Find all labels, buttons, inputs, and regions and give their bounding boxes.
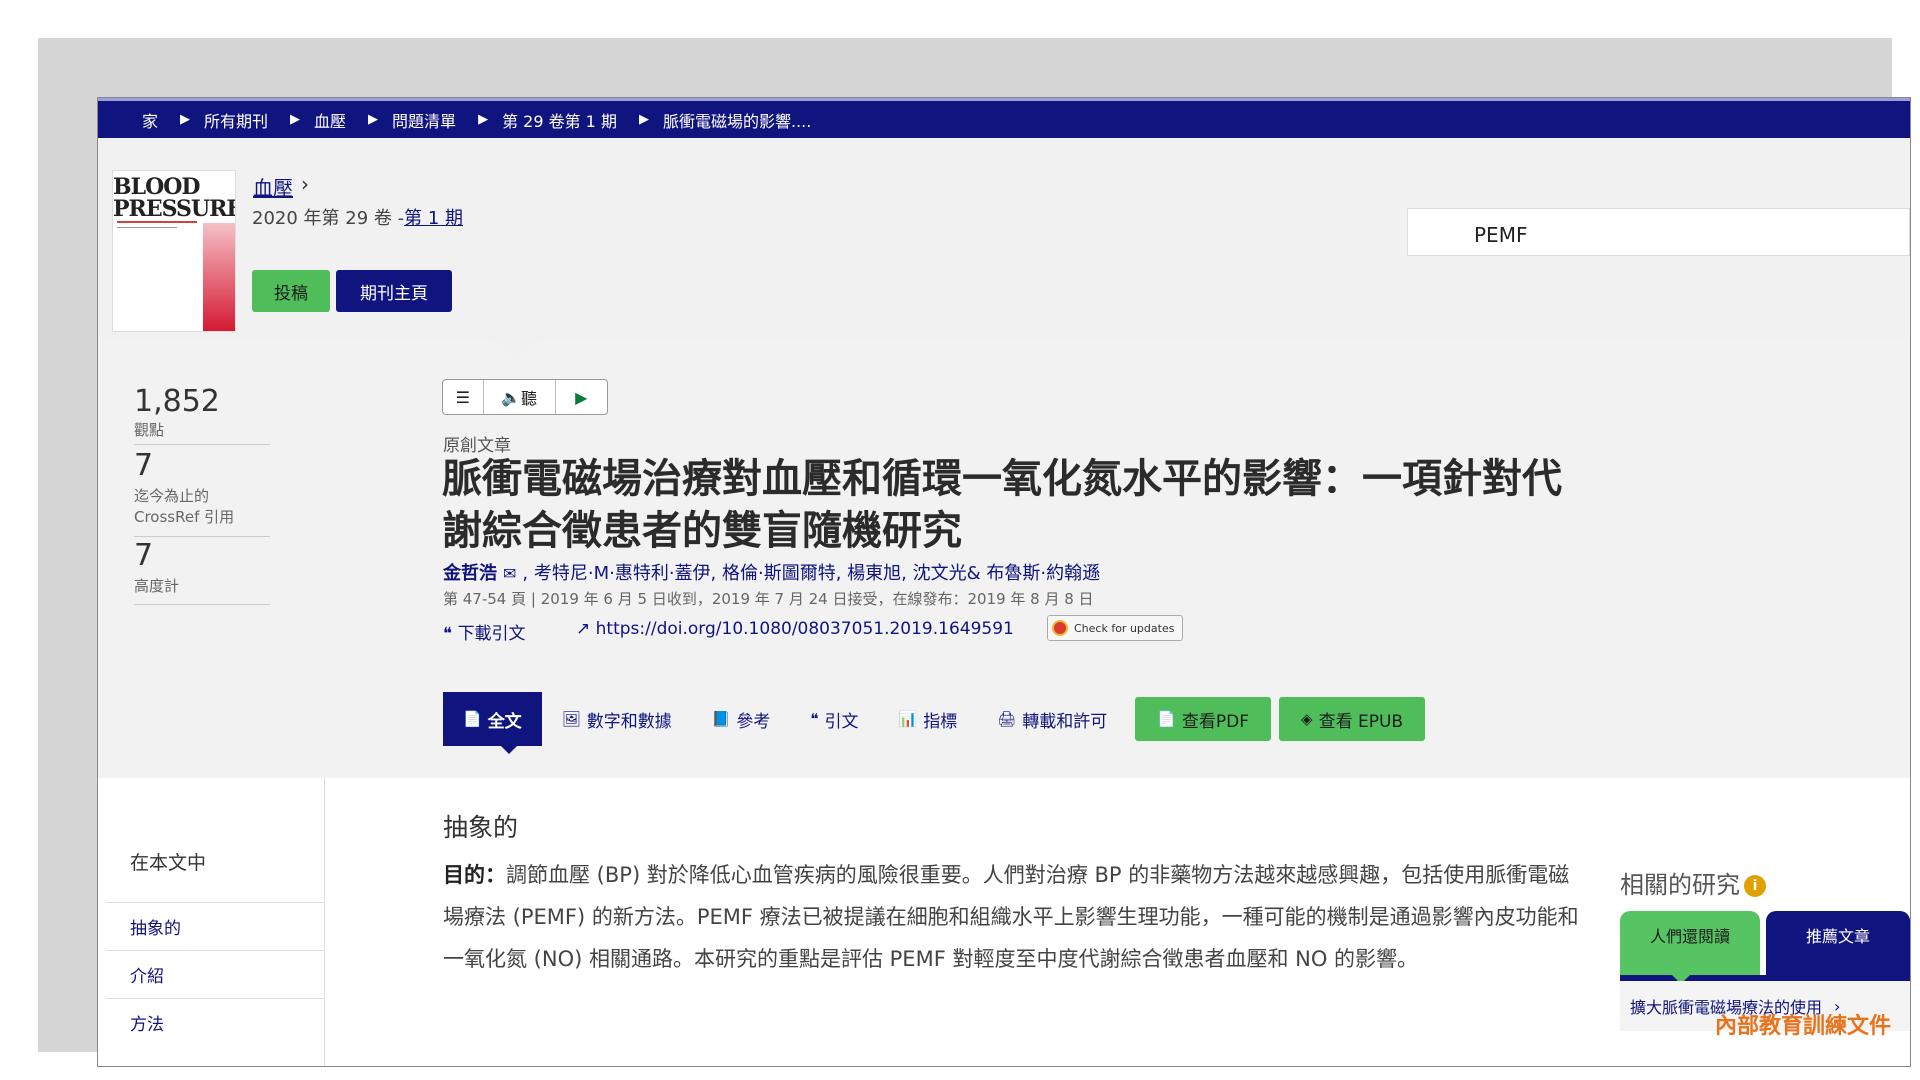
tab-citations[interactable]: ❝ 引文 <box>790 692 878 746</box>
breadcrumb-separator-icon: ▶ <box>478 112 489 127</box>
crossref-label-line1: 迄今為止的 <box>134 487 210 505</box>
check-for-updates-button[interactable]: Check for updates <box>1047 615 1183 641</box>
page: 家 ▶ 所有期刊 ▶ 血壓 ▶ 問題清單 ▶ 第 29 卷第 1 期 ▶ 脈衝電… <box>97 97 1911 1067</box>
crossref-label-line2: CrossRef 引用 <box>134 508 235 526</box>
header-notch <box>494 340 538 364</box>
view-epub-button[interactable]: ◈ 查看 EPUB <box>1279 697 1426 741</box>
divider <box>134 444 270 445</box>
article-tabs: 📄 全文 🖼 數字和數據 📘 參考 ❝ 引文 📊 指標 🖨 轉載和許可 📄 查看PDF ◈ 查看… <box>443 692 1426 746</box>
tab-figures-data[interactable]: 🖼 數字和數據 <box>542 692 692 746</box>
tab-reprints[interactable]: 🖨 轉載和許可 <box>977 692 1127 746</box>
submit-article-button[interactable]: 投稿 <box>252 270 330 312</box>
screenshot-frame: 家 ▶ 所有期刊 ▶ 血壓 ▶ 問題清單 ▶ 第 29 卷第 1 期 ▶ 脈衝電… <box>38 38 1911 1067</box>
abstract-heading: 抽象的 <box>443 813 519 842</box>
views-label: 觀點 <box>134 421 165 439</box>
toc-item-introduction[interactable]: 介紹 <box>106 950 324 998</box>
views-count: 1,852 <box>134 384 220 419</box>
journal-name-link[interactable]: 血壓 <box>253 172 293 201</box>
epub-icon: ◈ <box>1301 710 1313 728</box>
document-icon: 📄 <box>463 710 482 728</box>
breadcrumb-issue-list[interactable]: 問題清單 <box>392 108 456 132</box>
chevron-right-icon: › <box>301 172 309 196</box>
listen-button[interactable]: 🔈 聽 <box>484 380 556 414</box>
tab-metrics[interactable]: 📊 指標 <box>879 692 978 746</box>
pdf-icon: 📄 <box>1157 710 1176 728</box>
journal-cover-image[interactable]: BLOOD PRESSURE <box>112 170 236 332</box>
view-pdf-button[interactable]: 📄 查看PDF <box>1135 697 1272 741</box>
abstract-lead: 目的： <box>443 863 506 887</box>
active-tab-arrow <box>501 746 517 754</box>
doi-link[interactable]: ↗ https://doi.org/10.1080/08037051.2019.… <box>576 619 1014 639</box>
journal-issue: 2020 年第 29 卷 -第 1 期 <box>252 208 464 229</box>
speaker-icon: 🔈 <box>501 387 522 407</box>
other-authors[interactable]: , 考特尼·M·惠特利·蓋伊, 格倫·斯圖爾特, 楊東旭, 沈文光& 布魯斯·約… <box>522 563 1100 584</box>
search-input[interactable]: PEMF <box>1407 208 1910 256</box>
tab-recommended-articles[interactable]: 推薦文章 <box>1766 911 1910 979</box>
publication-dates: 第 47-54 頁 | 2019 年 6 月 5 日收到，2019 年 7 月 … <box>443 590 1094 608</box>
breadcrumb-separator-icon: ▶ <box>180 112 191 127</box>
altmetric-count[interactable]: 7 <box>134 538 153 573</box>
abstract-text: 目的：調節血壓 (BP) 對於降低心血管疾病的風險很重要。人們對治療 BP 的非… <box>443 854 1583 980</box>
image-icon: 🖼 <box>561 710 581 728</box>
journal-home-button[interactable]: 期刊主頁 <box>336 270 452 312</box>
info-icon[interactable]: i <box>1744 875 1766 897</box>
bar-chart-icon: 📊 <box>898 710 918 728</box>
corresponding-author-link[interactable]: 金哲浩 <box>443 563 497 584</box>
tab-people-also-read[interactable]: 人們還閱讀 <box>1620 911 1760 979</box>
quote-icon: ❝ <box>443 624 458 644</box>
table-of-contents: 在本文中 抽象的 介紹 方法 <box>98 778 325 1066</box>
breadcrumb-separator-icon: ▶ <box>290 112 301 127</box>
breadcrumb-all-journals[interactable]: 所有期刊 <box>204 108 268 132</box>
read-toolbar: ☰ 🔈 聽 ▶ <box>442 379 608 415</box>
tab-full-text[interactable]: 📄 全文 <box>443 692 542 746</box>
book-icon: 📘 <box>711 710 731 728</box>
crossmark-icon <box>1052 620 1068 636</box>
breadcrumb-home[interactable]: 家 <box>142 108 158 132</box>
toc-item-methods[interactable]: 方法 <box>106 998 324 1046</box>
quote-icon: ❝ <box>810 710 819 728</box>
external-link-icon: ↗ <box>576 619 596 639</box>
breadcrumb-journal[interactable]: 血壓 <box>314 108 346 132</box>
email-icon[interactable]: ✉ <box>503 564 516 583</box>
breadcrumb-separator-icon: ▶ <box>368 112 379 127</box>
cover-title: BLOOD PRESSURE <box>113 174 236 222</box>
breadcrumb-separator-icon: ▶ <box>638 112 649 127</box>
cover-line <box>117 221 197 223</box>
menu-icon[interactable]: ☰ <box>443 380 484 414</box>
abstract-body: 調節血壓 (BP) 對於降低心血管疾病的風險很重要。人們對治療 BP 的非藥物方… <box>443 863 1579 971</box>
cover-color-bar <box>203 223 235 331</box>
article-title: 脈衝電磁場治療對血壓和循環一氧化氮水平的影響：一項針對代謝綜合徵患者的雙盲隨機研… <box>442 456 1562 554</box>
divider <box>134 604 270 605</box>
issue-link[interactable]: 第 1 期 <box>404 208 463 229</box>
tab-references[interactable]: 📘 參考 <box>692 692 791 746</box>
cover-line <box>117 227 177 228</box>
watermark: 內部教育訓練文件 <box>1715 1013 1892 1039</box>
altmetric-label: 高度計 <box>134 577 180 595</box>
breadcrumb-issue[interactable]: 第 29 卷第 1 期 <box>502 108 617 132</box>
toc-item-abstract[interactable]: 抽象的 <box>106 902 324 950</box>
journal-header: BLOOD PRESSURE 血壓 › 2020 年第 29 卷 -第 1 期 投… <box>98 138 1910 340</box>
toc-title: 在本文中 <box>130 852 207 874</box>
breadcrumb: 家 ▶ 所有期刊 ▶ 血壓 ▶ 問題清單 ▶ 第 29 卷第 1 期 ▶ 脈衝電… <box>98 98 1910 138</box>
crossref-count[interactable]: 7 <box>134 448 153 483</box>
breadcrumb-current: 脈衝電磁場的影響.... <box>662 111 812 131</box>
divider <box>134 536 270 537</box>
download-citation-link[interactable]: ❝ 下載引文 <box>443 619 526 644</box>
print-icon: 🖨 <box>997 710 1017 728</box>
play-icon[interactable]: ▶ <box>556 380 607 414</box>
author-list: 金哲浩 ✉ , 考特尼·M·惠特利·蓋伊, 格倫·斯圖爾特, 楊東旭, 沈文光& 布… <box>443 559 1100 585</box>
related-research-title: 相關的研究 i <box>1620 865 1766 900</box>
